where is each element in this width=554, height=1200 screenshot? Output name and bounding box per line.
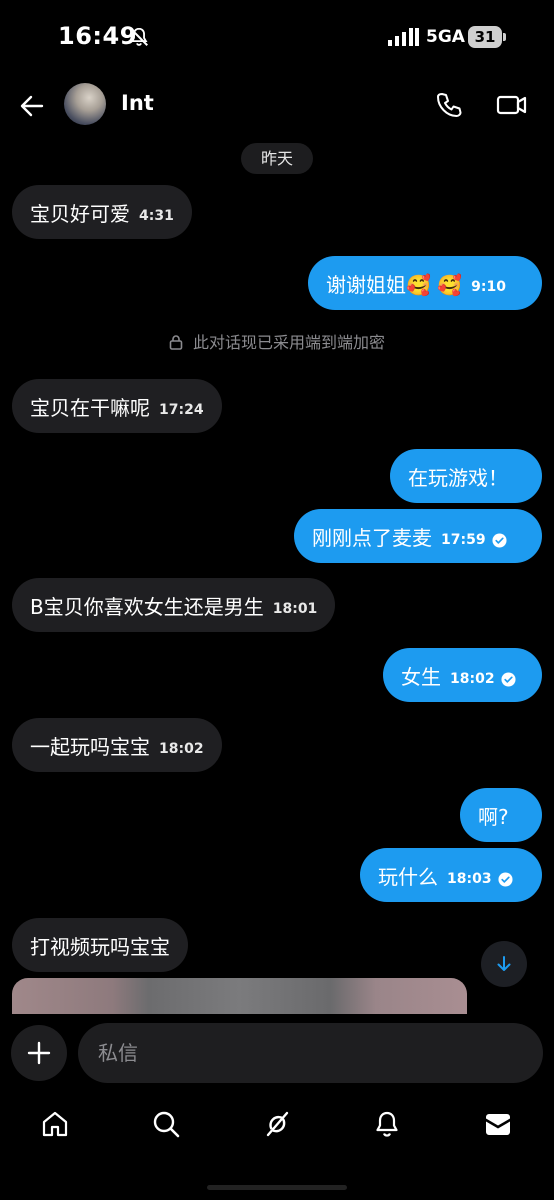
message-outgoing[interactable]: 啊?: [460, 788, 542, 842]
grok-icon[interactable]: [262, 1109, 292, 1139]
message-time: 4:31: [139, 208, 174, 224]
phone-call-icon[interactable]: [434, 90, 464, 120]
message-text: 宝贝好可爱: [30, 201, 130, 226]
encryption-text: 此对话现已采用端到端加密: [192, 333, 385, 352]
battery-level: 31: [468, 26, 502, 48]
search-icon[interactable]: [151, 1109, 181, 1139]
message-time: 17:59: [441, 532, 486, 548]
message-outgoing[interactable]: 谢谢姐姐🥰 🥰 9:10: [308, 256, 542, 310]
messages-icon[interactable]: [483, 1109, 513, 1139]
read-check-icon: [498, 871, 513, 887]
message-input[interactable]: [78, 1023, 543, 1083]
message-outgoing[interactable]: 女生 18:02: [383, 648, 542, 702]
message-time: 18:02: [450, 671, 495, 687]
message-incoming[interactable]: 宝贝好可爱 4:31: [12, 185, 192, 239]
message-time: 18:03: [447, 871, 492, 887]
back-arrow-icon[interactable]: [18, 92, 46, 120]
read-check-icon: [492, 532, 507, 548]
message-text: 打视频玩吗宝宝: [30, 934, 170, 959]
video-call-icon[interactable]: [496, 90, 528, 120]
message-outgoing[interactable]: 刚刚点了麦麦 17:59: [294, 509, 542, 563]
avatar[interactable]: [64, 83, 106, 125]
message-incoming[interactable]: 宝贝在干嘛呢 17:24: [12, 379, 222, 433]
scroll-to-bottom-button[interactable]: [481, 941, 527, 987]
message-outgoing[interactable]: 玩什么 18:03: [360, 848, 542, 902]
network-type: 5GA: [426, 27, 465, 47]
encryption-notice: 此对话现已采用端到端加密: [0, 329, 554, 353]
message-text: 女生: [401, 664, 441, 689]
message-time: 9:10: [471, 279, 506, 295]
message-time: 18:02: [159, 741, 204, 757]
bell-muted-icon: [130, 27, 148, 46]
composer-bar: [0, 1014, 554, 1094]
message-incoming[interactable]: 一起玩吗宝宝 18:02: [12, 718, 222, 772]
chat-header: Int: [0, 76, 554, 136]
add-attachment-button[interactable]: [11, 1025, 67, 1081]
plus-icon: [27, 1041, 51, 1065]
message-text: 一起玩吗宝宝: [30, 734, 150, 759]
lock-icon: [169, 335, 183, 350]
home-icon[interactable]: [40, 1109, 70, 1139]
battery-icon: 31: [468, 26, 506, 48]
message-text: 啊?: [478, 804, 509, 829]
image-message[interactable]: [12, 978, 467, 1014]
message-text: 在玩游戏！: [408, 465, 508, 490]
message-time: 18:01: [272, 601, 318, 617]
status-bar: 16:49 5GA 31: [0, 0, 554, 76]
notifications-icon[interactable]: [372, 1109, 402, 1139]
arrow-down-icon: [497, 956, 511, 971]
message-time: 17:24: [159, 402, 204, 418]
message-text: 刚刚点了麦麦: [312, 525, 432, 550]
home-indicator: [207, 1185, 347, 1190]
message-outgoing[interactable]: 在玩游戏！: [390, 449, 542, 503]
message-text: 谢谢姐姐🥰 🥰: [326, 272, 463, 297]
contact-name[interactable]: Int: [121, 91, 154, 115]
status-time: 16:49: [58, 22, 137, 50]
message-incoming[interactable]: 打视频玩吗宝宝: [12, 918, 188, 972]
bottom-nav: [0, 1094, 554, 1164]
read-check-icon: [501, 671, 516, 687]
message-incoming[interactable]: B宝贝你喜欢女生还是男生 18:01: [12, 578, 336, 632]
signal-icon: [388, 28, 419, 46]
message-text: 玩什么: [378, 864, 438, 889]
date-divider: 昨天: [241, 143, 313, 174]
message-text: 宝贝在干嘛呢: [30, 395, 150, 420]
message-text: B宝贝你喜欢女生还是男生: [30, 594, 264, 619]
